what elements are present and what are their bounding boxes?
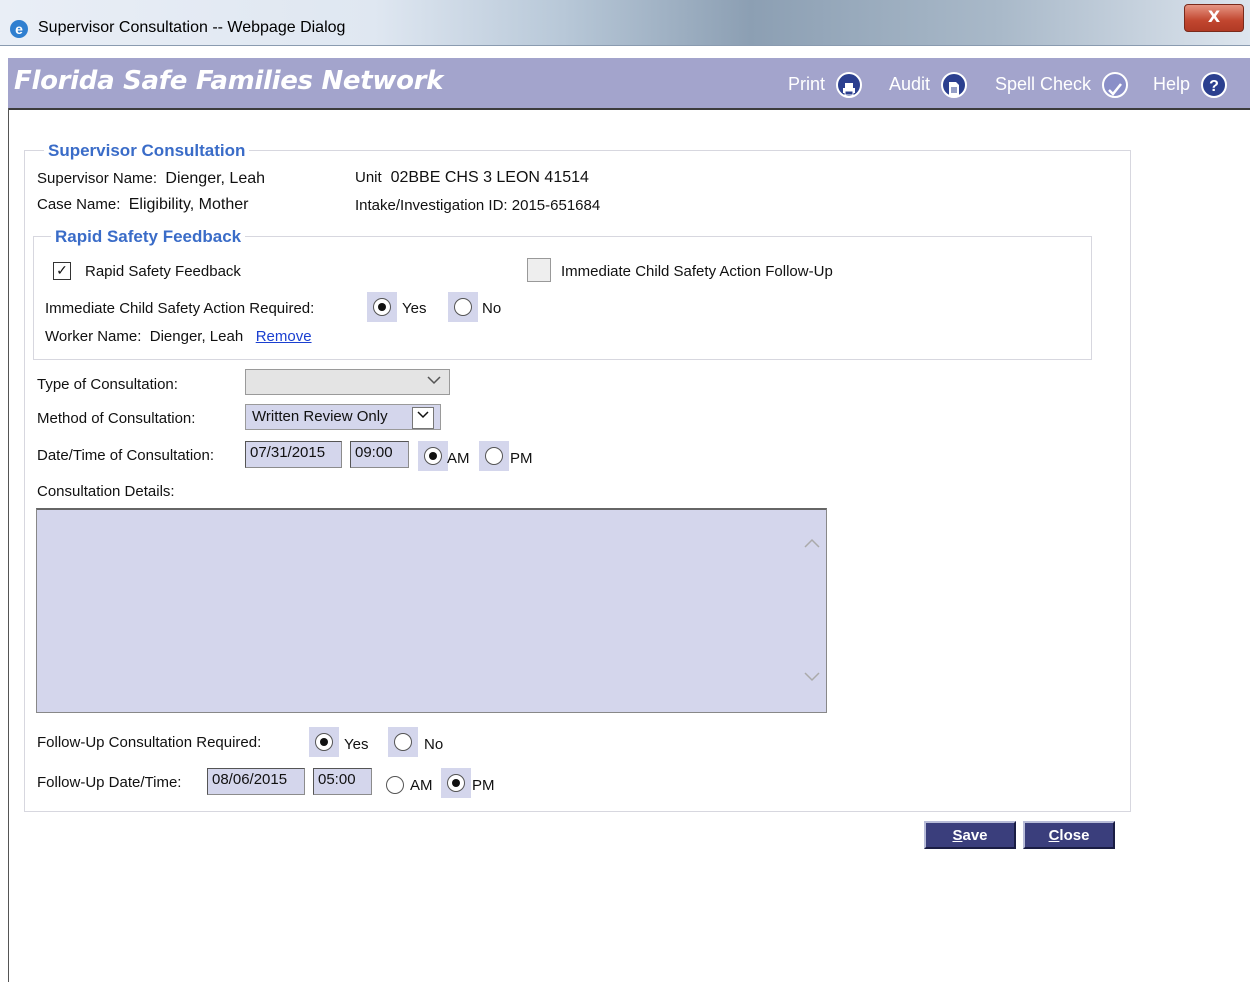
followup-no-label: No [424,736,444,753]
worker-name-label: Worker Name: Dienger, Leah Remove [45,328,312,345]
close-label: lose [1059,827,1090,844]
window-title-bar: e Supervisor Consultation -- Webpage Dia… [0,0,1250,46]
followup-date-field[interactable]: 08/06/2015 [207,768,305,795]
unit-value: 02BBE CHS 3 LEON 41514 [390,169,589,186]
followup-pm-label: PM [472,777,495,794]
consultation-datetime-label: Date/Time of Consultation: [37,447,215,464]
rapid-safety-checkbox-label: Rapid Safety Feedback [85,263,241,280]
close-button[interactable]: Close [1023,821,1115,849]
document-icon [941,72,968,99]
followup-am-radio[interactable] [386,776,404,794]
radio-unselected [454,298,472,316]
consultation-date-field[interactable]: 07/31/2015 [245,441,342,468]
supervisor-consultation-legend: Supervisor Consultation [44,141,250,161]
save-label: ave [962,827,988,844]
followup-datetime-label: Follow-Up Date/Time: [37,774,182,791]
intake-id-label: Intake/Investigation ID: 2015-651684 [355,197,601,214]
followup-time-field[interactable]: 05:00 [313,768,372,795]
action-required-yes-label: Yes [402,300,427,317]
chevron-down-icon [412,407,434,429]
followup-am-label: AM [410,777,433,794]
consultation-am-radio[interactable] [418,441,448,471]
radio-unselected [485,447,503,465]
consultation-details-textarea[interactable] [36,508,827,713]
consultation-am-label: AM [447,450,470,467]
radio-selected [424,447,442,465]
worker-name-value: Dienger, Leah [149,328,244,345]
case-name-label: Case Name: Eligibility, Mother [37,196,249,213]
radio-selected [447,774,465,792]
action-required-no-label: No [482,300,502,317]
help-icon: ? [1201,72,1228,99]
print-button[interactable]: Print [788,70,863,99]
help-label: Help [1153,74,1191,94]
method-selected-value: Written Review Only [252,408,388,425]
window-close-button[interactable]: X [1184,4,1244,32]
action-required-no-radio[interactable] [448,292,478,322]
print-label: Print [788,74,826,94]
intake-id-value: 2015-651684 [511,197,601,214]
close-access-key: C [1048,827,1060,844]
save-button[interactable]: Save [924,821,1016,849]
action-required-yes-radio[interactable] [367,292,397,322]
followup-action-checkbox[interactable] [527,258,551,282]
consultation-pm-radio[interactable] [479,441,509,471]
radio-selected [315,733,333,751]
case-name-value: Eligibility, Mother [128,196,249,213]
unit-label: Unit 02BBE CHS 3 LEON 41514 [355,169,589,186]
print-icon [836,72,863,99]
rapid-safety-legend: Rapid Safety Feedback [51,227,246,247]
audit-label: Audit [889,74,931,94]
followup-yes-radio[interactable] [309,727,339,757]
consultation-details-label: Consultation Details: [37,483,175,500]
followup-action-label: Immediate Child Safety Action Follow-Up [561,263,833,280]
type-of-consultation-label: Type of Consultation: [37,376,178,393]
chevron-down-icon [426,370,442,395]
help-button[interactable]: Help ? [1153,70,1228,99]
scroll-down-icon[interactable] [803,670,821,688]
followup-required-label: Follow-Up Consultation Required: [37,734,262,751]
left-border [8,108,9,982]
spell-check-icon [1102,72,1129,99]
rapid-safety-checkbox[interactable]: ✓ [53,262,71,280]
consultation-pm-label: PM [510,450,533,467]
app-banner: Florida Safe Families Network Print Audi… [8,58,1250,110]
window-title: Supervisor Consultation -- Webpage Dialo… [38,19,346,36]
spell-check-label: Spell Check [995,74,1092,94]
save-access-key: S [952,827,963,844]
followup-yes-label: Yes [344,736,369,753]
method-of-consultation-label: Method of Consultation: [37,410,196,427]
brand-title: Florida Safe Families Network [14,66,444,96]
followup-no-radio[interactable] [388,727,418,757]
followup-pm-radio[interactable] [441,768,471,798]
type-of-consultation-select[interactable] [245,369,450,395]
radio-selected [373,298,391,316]
method-of-consultation-select[interactable]: Written Review Only [245,404,441,430]
audit-button[interactable]: Audit [889,70,968,99]
radio-unselected [394,733,412,751]
supervisor-name-label: Supervisor Name: Dienger, Leah [37,170,266,187]
action-required-label: Immediate Child Safety Action Required: [45,300,315,317]
supervisor-name-value: Dienger, Leah [165,170,266,187]
remove-link[interactable]: Remove [256,328,312,345]
consultation-time-field[interactable]: 09:00 [350,441,409,468]
spell-check-button[interactable]: Spell Check [995,70,1129,99]
ie-icon: e [10,20,28,38]
scroll-up-icon[interactable] [803,536,821,554]
